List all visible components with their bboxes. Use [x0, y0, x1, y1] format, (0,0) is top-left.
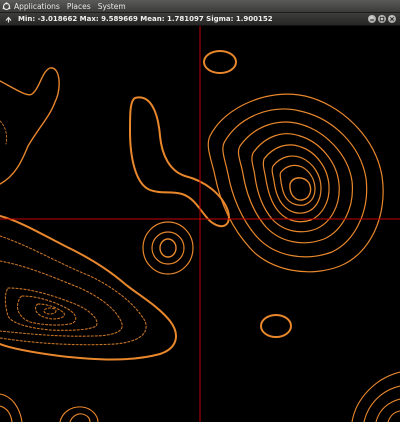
window-menu-icon[interactable]: [4, 15, 12, 23]
contour-line: [289, 177, 312, 201]
contour-line: [260, 314, 292, 338]
close-icon[interactable]: [388, 15, 396, 23]
contour-line: [387, 410, 400, 422]
ubuntu-logo-icon[interactable]: [2, 1, 11, 11]
contour-line: [0, 405, 13, 422]
contour-line: [35, 303, 65, 320]
contour-line: [363, 385, 400, 422]
contour-line: [0, 67, 60, 185]
contour-line: [251, 133, 340, 233]
contour-line: [0, 215, 177, 361]
menu-places[interactable]: Places: [67, 2, 91, 11]
contour-line: [43, 307, 57, 315]
maximize-icon[interactable]: [378, 15, 386, 23]
window-titlebar[interactable]: Min: -3.018662 Max: 9.589669 Mean: 1.781…: [0, 13, 400, 26]
window-title: Min: -3.018662 Max: 9.589669 Mean: 1.781…: [18, 15, 273, 23]
contour-canvas[interactable]: [0, 26, 400, 422]
contour-line: [159, 238, 177, 258]
contour-group-right: [207, 93, 384, 273]
contour-line: [203, 50, 237, 74]
contour-line: [129, 96, 230, 228]
menu-system[interactable]: System: [98, 2, 126, 11]
window-controls: [368, 15, 396, 23]
contour-group-bottom: [0, 393, 99, 422]
contour-line: [0, 120, 8, 145]
minimize-icon[interactable]: [368, 15, 376, 23]
top-panel: Applications Places System: [0, 0, 400, 13]
contour-line: [142, 221, 194, 275]
contour-line: [0, 235, 147, 346]
contour-line: [69, 413, 91, 422]
menu-applications[interactable]: Applications: [14, 2, 60, 11]
contour-group-left: [0, 235, 147, 346]
contour-plot[interactable]: [0, 26, 400, 422]
contour-group-bottom-right: [351, 371, 400, 422]
contour-line: [207, 93, 384, 273]
contour-line: [151, 231, 185, 265]
contour-line: [375, 398, 400, 422]
contour-line: [4, 287, 98, 331]
